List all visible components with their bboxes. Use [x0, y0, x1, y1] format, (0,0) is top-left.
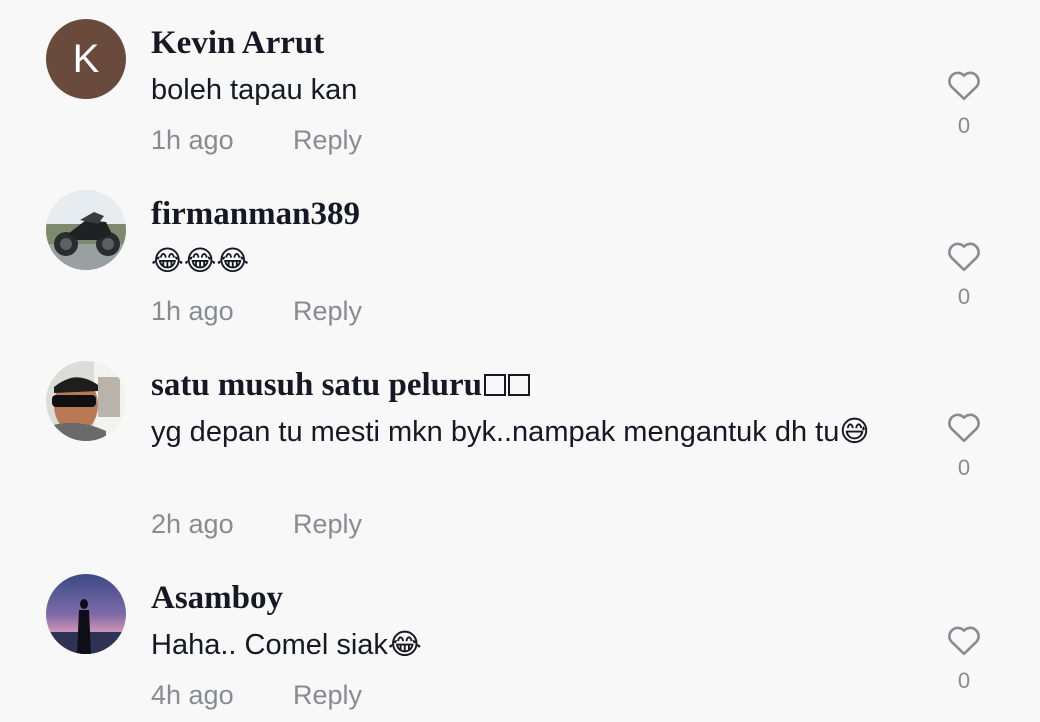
comment-time: 2h ago	[151, 509, 234, 539]
heart-outline-icon	[948, 413, 980, 443]
avatar[interactable]	[46, 574, 126, 654]
like-count: 0	[957, 284, 971, 309]
comment-text: boleh tapau kan	[151, 74, 358, 106]
comment-time: 1h ago	[151, 125, 234, 155]
comment-meta: 1h ago Reply	[151, 125, 362, 156]
avatar-image	[46, 361, 126, 441]
like-button[interactable]: 0	[944, 240, 984, 310]
avatar-image	[46, 574, 126, 654]
comment-time: 4h ago	[151, 680, 234, 710]
reply-button[interactable]: Reply	[293, 125, 362, 156]
reply-button[interactable]: Reply	[293, 296, 362, 327]
heart-outline-icon	[948, 626, 980, 656]
avatar[interactable]	[46, 190, 126, 270]
unsupported-glyph-icon	[484, 374, 507, 396]
heart-outline-icon	[948, 242, 980, 272]
comment-time: 1h ago	[151, 296, 234, 326]
like-count: 0	[957, 668, 971, 693]
avatar[interactable]: K	[46, 19, 126, 99]
avatar-image	[46, 190, 126, 270]
comment-username[interactable]: Kevin Arrut	[151, 25, 324, 62]
like-button[interactable]: 0	[944, 624, 984, 694]
like-button[interactable]: 0	[944, 69, 984, 139]
comment-text: Haha.. Comel siak😂	[151, 629, 422, 661]
heart-outline-icon	[948, 71, 980, 101]
reply-button[interactable]: Reply	[293, 509, 362, 540]
username-text: satu musuh satu peluru	[151, 367, 483, 403]
comment-text: 😂😂😂	[151, 244, 250, 277]
comment-username[interactable]: Asamboy	[151, 580, 283, 617]
comment-meta: 1h ago Reply	[151, 296, 362, 327]
comment-meta: 2h ago Reply	[151, 509, 362, 540]
avatar[interactable]	[46, 361, 126, 441]
comment-username[interactable]: firmanman389	[151, 196, 360, 233]
like-count: 0	[957, 113, 971, 138]
like-button[interactable]: 0	[944, 411, 984, 481]
like-count: 0	[957, 455, 971, 480]
reply-button[interactable]: Reply	[293, 680, 362, 711]
comment-meta: 4h ago Reply	[151, 680, 362, 711]
comment-username[interactable]: satu musuh satu peluru	[151, 367, 531, 404]
comment-text: yg depan tu mesti mkn byk..nampak mengan…	[151, 416, 870, 448]
unsupported-glyph-icon	[508, 374, 531, 396]
